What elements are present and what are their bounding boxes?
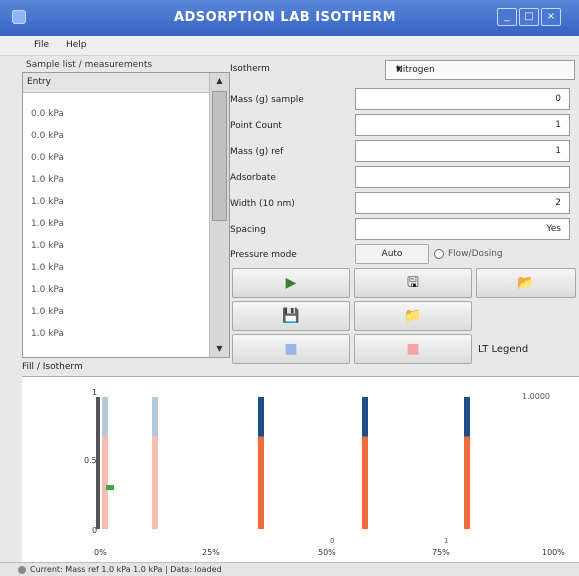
bar-lower-E bbox=[464, 436, 470, 529]
list-item[interactable]: 1.0 kPa bbox=[31, 263, 201, 275]
list-item[interactable]: 1.0 kPa bbox=[31, 241, 201, 253]
plot-area[interactable]: 1.0000 1 0.5 0 0% 25% 50% 75% 100% 0 1 bbox=[22, 376, 579, 562]
field-label: Width (10 nm) bbox=[230, 199, 295, 209]
bar-lower-D bbox=[362, 436, 368, 529]
mass-ref-input[interactable]: 1 bbox=[355, 140, 570, 162]
bar-lower-B bbox=[152, 436, 158, 529]
blue-series-button[interactable]: ■ bbox=[232, 334, 350, 364]
minimize-button[interactable]: _ bbox=[497, 8, 517, 26]
field-label: Point Count bbox=[230, 121, 282, 131]
bar-upper-E bbox=[464, 397, 470, 437]
point-count-input[interactable]: 1 bbox=[355, 114, 570, 136]
marker-label: 0 bbox=[330, 537, 334, 545]
list-item[interactable]: 0.0 kPa bbox=[31, 109, 201, 121]
graph-label: Fill / Isotherm bbox=[22, 362, 83, 372]
status-bar: Current: Mass ref 1.0 kPa 1.0 kPa | Data… bbox=[0, 562, 579, 576]
list-item[interactable]: 1.0 kPa bbox=[31, 285, 201, 297]
list-item[interactable]: 1.0 kPa bbox=[31, 197, 201, 209]
scroll-up-icon[interactable]: ▲ bbox=[213, 75, 226, 86]
marker-label: 1 bbox=[444, 537, 448, 545]
corner-text: 1.0000 bbox=[522, 392, 550, 401]
x-tick: 100% bbox=[542, 548, 565, 557]
y-tick: 0.5 bbox=[84, 456, 97, 465]
bar-upper-A bbox=[102, 397, 108, 437]
app-icon bbox=[12, 10, 26, 24]
x-tick: 25% bbox=[202, 548, 220, 557]
status-icon bbox=[18, 566, 26, 574]
list-item[interactable]: 1.0 kPa bbox=[31, 307, 201, 319]
blue-square-icon: ■ bbox=[284, 341, 298, 357]
bar-upper-C bbox=[258, 397, 264, 437]
list-scrollbar[interactable]: ▲ ▼ bbox=[209, 73, 229, 357]
auto-mode-button[interactable]: Auto bbox=[355, 244, 429, 264]
export-button[interactable]: 🖫 bbox=[354, 268, 472, 298]
field-label: Mass (g) sample bbox=[230, 95, 304, 105]
bar-chart: 1.0000 1 0.5 0 0% 25% 50% 75% 100% 0 1 bbox=[84, 388, 565, 557]
list-item[interactable]: 1.0 kPa bbox=[31, 175, 201, 187]
menu-file[interactable]: File bbox=[34, 40, 49, 50]
green-marker bbox=[106, 485, 114, 490]
list-item[interactable]: 1.0 kPa bbox=[31, 219, 201, 231]
list-item[interactable]: 0.0 kPa bbox=[31, 153, 201, 165]
method-select[interactable]: Nitrogen ▼ bbox=[385, 60, 575, 80]
menu-bar: File Help bbox=[0, 36, 579, 56]
open-icon: 📂 bbox=[517, 275, 535, 291]
method-label: Isotherm bbox=[230, 64, 270, 74]
menu-help[interactable]: Help bbox=[66, 40, 87, 50]
graph-panel: Fill / Isotherm 1.0000 1 0.5 0 0% 25% 50… bbox=[22, 362, 579, 562]
mode-label: Pressure mode bbox=[230, 250, 297, 260]
chevron-down-icon: ▼ bbox=[396, 65, 402, 73]
field-label: Adsorbate bbox=[230, 173, 276, 183]
field-label: Mass (g) ref bbox=[230, 147, 284, 157]
field-label: Spacing bbox=[230, 225, 266, 235]
status-text: Current: Mass ref 1.0 kPa 1.0 kPa | Data… bbox=[30, 565, 222, 574]
x-tick: 0% bbox=[94, 548, 107, 557]
width-input[interactable]: 2 bbox=[355, 192, 570, 214]
folder-icon: 📁 bbox=[404, 308, 422, 324]
x-tick: 50% bbox=[318, 548, 336, 557]
export-icon: 🖫 bbox=[407, 275, 419, 291]
run-button[interactable]: ▶ bbox=[232, 268, 350, 298]
folder-button[interactable]: 📁 bbox=[354, 301, 472, 331]
bar-lower-A bbox=[102, 436, 108, 529]
adsorbate-input[interactable] bbox=[355, 166, 570, 188]
save-icon: 💾 bbox=[282, 308, 300, 324]
run-icon: ▶ bbox=[285, 275, 297, 291]
red-square-icon: ■ bbox=[406, 341, 420, 357]
red-series-button[interactable]: ■ bbox=[354, 334, 472, 364]
window-title: ADSORPTION LAB ISOTHERM bbox=[173, 10, 397, 25]
bar-lower-C bbox=[258, 436, 264, 529]
mass-sample-input[interactable]: 0 bbox=[355, 88, 570, 110]
list-item[interactable]: 0.0 kPa bbox=[31, 131, 201, 143]
x-tick: 75% bbox=[432, 548, 450, 557]
mode-option-label: Flow/Dosing bbox=[448, 249, 503, 259]
legend-label[interactable]: LT Legend bbox=[478, 344, 528, 355]
maximize-button[interactable]: □ bbox=[519, 8, 539, 26]
title-bar: ADSORPTION LAB ISOTHERM _ □ × bbox=[0, 0, 579, 36]
list-item[interactable]: 1.0 kPa bbox=[31, 329, 201, 341]
bar-upper-B bbox=[152, 397, 158, 437]
y-tick: 0 bbox=[92, 526, 97, 535]
save-button[interactable]: 💾 bbox=[232, 301, 350, 331]
sample-list-label: Sample list / measurements bbox=[26, 60, 153, 70]
scroll-down-icon[interactable]: ▼ bbox=[213, 343, 226, 354]
close-button[interactable]: × bbox=[541, 8, 561, 26]
sample-listbox[interactable]: Entry 0.0 kPa 0.0 kPa 0.0 kPa 1.0 kPa 1.… bbox=[22, 72, 230, 358]
y-tick: 1 bbox=[92, 388, 97, 397]
list-header: Entry bbox=[23, 73, 209, 93]
sample-list-panel: Sample list / measurements Entry 0.0 kPa… bbox=[22, 58, 230, 358]
mode-radio[interactable] bbox=[434, 249, 444, 259]
scroll-thumb[interactable] bbox=[212, 91, 227, 221]
spacing-input[interactable]: Yes bbox=[355, 218, 570, 240]
open-button[interactable]: 📂 bbox=[476, 268, 576, 298]
bar-upper-D bbox=[362, 397, 368, 437]
